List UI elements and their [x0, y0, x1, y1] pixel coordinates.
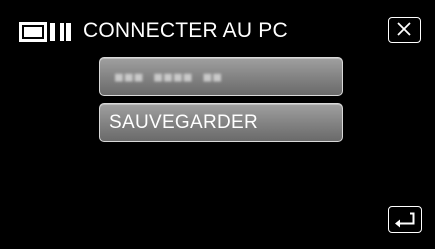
close-button[interactable] — [388, 17, 421, 43]
obscured-option-label: ■■■ ■■■■ ■■ — [115, 70, 224, 85]
computer-monitor-icon — [19, 22, 73, 42]
screen: CONNECTER AU PC ■■■ ■■■■ ■■ SAUVEGARDER — [0, 0, 435, 249]
close-icon — [397, 22, 411, 36]
sauvegarder-label: SAUVEGARDER — [109, 112, 259, 133]
return-arrow-icon — [395, 212, 415, 228]
back-button[interactable] — [388, 206, 422, 233]
obscured-option-button[interactable]: ■■■ ■■■■ ■■ — [99, 57, 343, 96]
sauvegarder-button[interactable]: SAUVEGARDER — [99, 103, 343, 142]
page-title: CONNECTER AU PC — [83, 19, 288, 42]
